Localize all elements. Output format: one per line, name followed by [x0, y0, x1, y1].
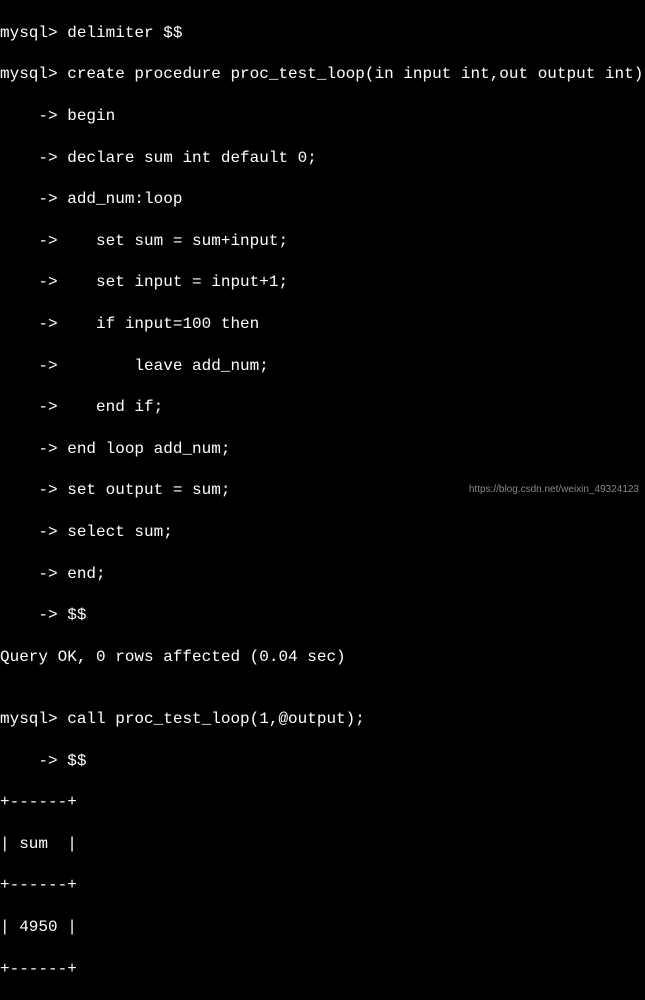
- command-text: set input = input+1;: [67, 273, 288, 291]
- command-text: set output = sum;: [67, 481, 230, 499]
- command-text: $$: [67, 606, 86, 624]
- cmd-line: mysql> delimiter $$: [0, 23, 645, 44]
- command-text: call proc_test_loop(1,@output);: [67, 710, 365, 728]
- command-text: end if;: [67, 398, 163, 416]
- cmd-line: -> end;: [0, 564, 645, 585]
- prompt: mysql>: [0, 24, 67, 42]
- command-text: begin: [67, 107, 115, 125]
- cmd-line: -> if input=100 then: [0, 314, 645, 335]
- prompt: ->: [0, 357, 67, 375]
- prompt: ->: [0, 398, 67, 416]
- prompt: mysql>: [0, 65, 67, 83]
- command-text: $$: [67, 752, 86, 770]
- prompt: ->: [0, 606, 67, 624]
- cmd-line: -> end if;: [0, 397, 645, 418]
- command-text: create procedure proc_test_loop(in input…: [67, 65, 643, 83]
- watermark-text: https://blog.csdn.net/weixin_49324123: [469, 483, 639, 496]
- table-border: +------+: [0, 792, 645, 813]
- table-header: | sum |: [0, 834, 645, 855]
- query-result: Query OK, 0 rows affected (0.04 sec): [0, 647, 645, 668]
- prompt: ->: [0, 107, 67, 125]
- prompt: ->: [0, 232, 67, 250]
- prompt: mysql>: [0, 710, 67, 728]
- table-row: | 4950 |: [0, 917, 645, 938]
- command-text: delimiter $$: [67, 24, 182, 42]
- command-text: if input=100 then: [67, 315, 259, 333]
- cmd-line: mysql> create procedure proc_test_loop(i…: [0, 64, 645, 85]
- prompt: ->: [0, 315, 67, 333]
- cmd-line: -> end loop add_num;: [0, 439, 645, 460]
- command-text: end;: [67, 565, 105, 583]
- cmd-line: -> select sum;: [0, 522, 645, 543]
- cmd-line: -> leave add_num;: [0, 356, 645, 377]
- command-text: set sum = sum+input;: [67, 232, 288, 250]
- prompt: ->: [0, 481, 67, 499]
- command-text: leave add_num;: [67, 357, 269, 375]
- cmd-line: -> add_num:loop: [0, 189, 645, 210]
- command-text: add_num:loop: [67, 190, 182, 208]
- prompt: ->: [0, 523, 67, 541]
- prompt: ->: [0, 190, 67, 208]
- table-border: +------+: [0, 875, 645, 896]
- cmd-line: -> set input = input+1;: [0, 272, 645, 293]
- table-border: +------+: [0, 959, 645, 980]
- cmd-line: mysql> call proc_test_loop(1,@output);: [0, 709, 645, 730]
- cmd-line: -> begin: [0, 106, 645, 127]
- cmd-line: -> set sum = sum+input;: [0, 231, 645, 252]
- terminal-output[interactable]: mysql> delimiter $$ mysql> create proced…: [0, 2, 645, 1000]
- prompt: ->: [0, 565, 67, 583]
- prompt: ->: [0, 752, 67, 770]
- prompt: ->: [0, 149, 67, 167]
- command-text: end loop add_num;: [67, 440, 230, 458]
- cmd-line: -> $$: [0, 605, 645, 626]
- command-text: declare sum int default 0;: [67, 149, 317, 167]
- command-text: select sum;: [67, 523, 173, 541]
- cmd-line: -> declare sum int default 0;: [0, 148, 645, 169]
- prompt: ->: [0, 440, 67, 458]
- prompt: ->: [0, 273, 67, 291]
- cmd-line: -> $$: [0, 751, 645, 772]
